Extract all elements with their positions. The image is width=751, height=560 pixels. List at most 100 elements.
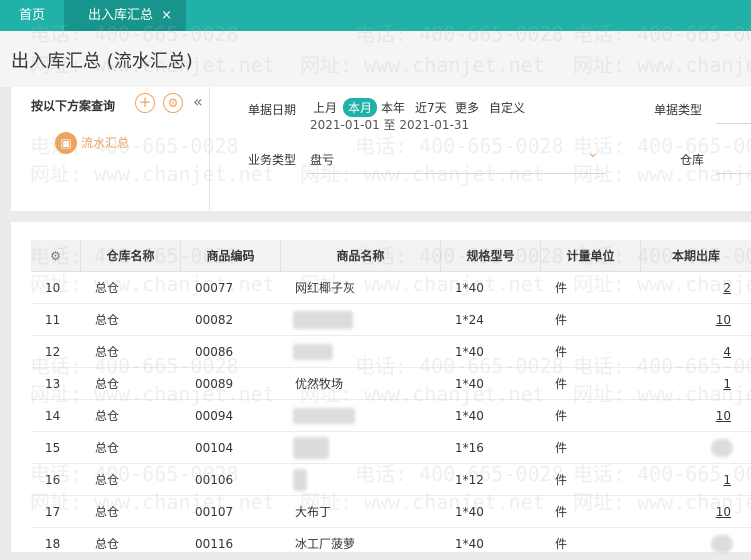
scheme-title: 按以下方案查询 [31, 99, 116, 113]
col-spec[interactable]: 规格型号 [441, 240, 541, 272]
cell-code: 00089 [195, 377, 234, 391]
page-title: 出入库汇总 (流水汇总) [11, 51, 193, 72]
cell-warehouse: 总仓 [95, 473, 120, 487]
row-number: 15 [45, 441, 61, 455]
cell-spec: 1*40 [455, 409, 484, 423]
table-row[interactable]: 16 总仓 00106 1*12 件 1 [31, 464, 751, 496]
tab-home[interactable]: 首页 [0, 0, 64, 31]
cell-spec: 1*40 [455, 505, 484, 519]
cell-unit: 件 [555, 505, 568, 519]
tab-bar: 首页 出入库汇总 × [0, 0, 751, 31]
close-icon[interactable]: × [161, 0, 172, 31]
redacted-name [293, 311, 353, 329]
date-option-7days[interactable]: 近7天 [415, 99, 447, 116]
date-option-this-month[interactable]: 本月 [343, 98, 378, 117]
table-row[interactable]: 17 总仓 00107 大布丁 1*40 件 10 [31, 496, 751, 528]
gear-icon[interactable]: ⚙ [163, 93, 183, 113]
doc-type-field[interactable] [716, 123, 751, 124]
divider [209, 87, 210, 211]
cell-spec: 1*40 [455, 345, 484, 359]
row-number: 18 [45, 537, 61, 551]
table-row[interactable]: 13 总仓 00089 优然牧场 1*40 件 1 [31, 368, 751, 400]
redacted-name [293, 344, 333, 360]
cell-out[interactable]: 10 [643, 304, 731, 336]
redacted-value [711, 535, 733, 553]
cell-warehouse: 总仓 [95, 281, 120, 295]
filter-panel: 按以下方案查询 + ⚙ « ▣ 流水汇总 单据日期 上月 本月 本年 近7天 更… [11, 87, 751, 211]
cell-name: 优然牧场 [295, 377, 344, 391]
cell-spec: 1*24 [455, 313, 484, 327]
col-code[interactable]: 商品编码 [181, 240, 281, 272]
column-settings-icon[interactable]: ⚙ [31, 240, 81, 272]
cell-name: 网红椰子灰 [295, 281, 356, 295]
cell-out[interactable]: 1 [643, 368, 731, 400]
collapse-icon[interactable]: « [193, 92, 203, 111]
chevron-down-icon[interactable]: ⌄ [587, 145, 599, 161]
date-option-more[interactable]: 更多 [455, 99, 479, 116]
scheme-item-label: 流水汇总 [81, 136, 130, 150]
cell-warehouse: 总仓 [95, 377, 120, 391]
plus-icon[interactable]: + [135, 93, 155, 113]
redacted-name [293, 437, 329, 459]
cell-unit: 件 [555, 313, 568, 327]
tab-label: 出入库汇总 [88, 8, 154, 23]
cell-unit: 件 [555, 377, 568, 391]
data-grid: ⚙ 仓库名称 商品编码 商品名称 规格型号 计量单位 本期出库 10 总仓 0007… [11, 222, 751, 560]
cell-code: 00106 [195, 473, 234, 487]
table-row[interactable]: 14 总仓 00094 1*40 件 10 [31, 400, 751, 432]
cell-code: 00107 [195, 505, 234, 519]
date-range: 2021-01-01 至 2021-01-31 [310, 118, 470, 132]
biz-type-field[interactable] [308, 173, 606, 174]
row-number: 11 [45, 313, 61, 327]
doc-type-label: 单据类型 [654, 103, 703, 117]
cell-spec: 1*12 [455, 473, 484, 487]
cell-code: 00116 [195, 537, 234, 551]
table-row[interactable]: 11 总仓 00082 1*24 件 10 [31, 304, 751, 336]
col-out[interactable]: 本期出库 [641, 240, 751, 272]
table-header: ⚙ 仓库名称 商品编码 商品名称 规格型号 计量单位 本期出库 [31, 240, 751, 272]
date-option-this-year[interactable]: 本年 [381, 99, 405, 116]
cell-out[interactable]: 10 [643, 496, 731, 528]
page-header: 出入库汇总 (流水汇总) [0, 31, 751, 87]
warehouse-field[interactable] [716, 173, 751, 174]
cell-out[interactable]: 1 [643, 464, 731, 496]
cell-out[interactable]: 4 [643, 336, 731, 368]
cell-unit: 件 [555, 537, 568, 551]
cell-unit: 件 [555, 473, 568, 487]
date-option-last-month[interactable]: 上月 [313, 99, 337, 116]
cell-code: 00082 [195, 313, 234, 327]
box-icon: ▣ [55, 132, 77, 154]
cell-warehouse: 总仓 [95, 537, 120, 551]
cell-spec: 1*40 [455, 377, 484, 391]
biz-type-value[interactable]: 盘亏 [310, 151, 334, 168]
date-option-custom[interactable]: 自定义 [489, 99, 525, 116]
cell-code: 00077 [195, 281, 234, 295]
table-row[interactable]: 10 总仓 00077 网红椰子灰 1*40 件 2 [31, 272, 751, 304]
cell-spec: 1*40 [455, 537, 484, 551]
redacted-name [293, 408, 355, 424]
cell-code: 00086 [195, 345, 234, 359]
col-unit[interactable]: 计量单位 [541, 240, 641, 272]
table-row[interactable]: 18 总仓 00116 冰工厂菠萝 1*40 件 [31, 528, 751, 560]
cell-out[interactable]: 2 [643, 272, 731, 304]
cell-spec: 1*16 [455, 441, 484, 455]
cell-warehouse: 总仓 [95, 441, 120, 455]
row-number: 17 [45, 505, 61, 519]
col-warehouse[interactable]: 仓库名称 [81, 240, 181, 272]
cell-out[interactable]: 10 [643, 400, 731, 432]
table-row[interactable]: 15 总仓 00104 1*16 件 [31, 432, 751, 464]
cell-unit: 件 [555, 345, 568, 359]
cell-spec: 1*40 [455, 281, 484, 295]
cell-name: 大布丁 [295, 505, 332, 519]
row-number: 16 [45, 473, 61, 487]
cell-name: 冰工厂菠萝 [295, 537, 356, 551]
row-number: 10 [45, 281, 61, 295]
cell-code: 00104 [195, 441, 234, 455]
row-number: 14 [45, 409, 61, 423]
cell-warehouse: 总仓 [95, 505, 120, 519]
tab-inventory-summary[interactable]: 出入库汇总 × [64, 0, 186, 31]
col-name[interactable]: 商品名称 [281, 240, 441, 272]
warehouse-label: 仓库 [680, 153, 705, 167]
table-row[interactable]: 12 总仓 00086 1*40 件 4 [31, 336, 751, 368]
cell-warehouse: 总仓 [95, 313, 120, 327]
